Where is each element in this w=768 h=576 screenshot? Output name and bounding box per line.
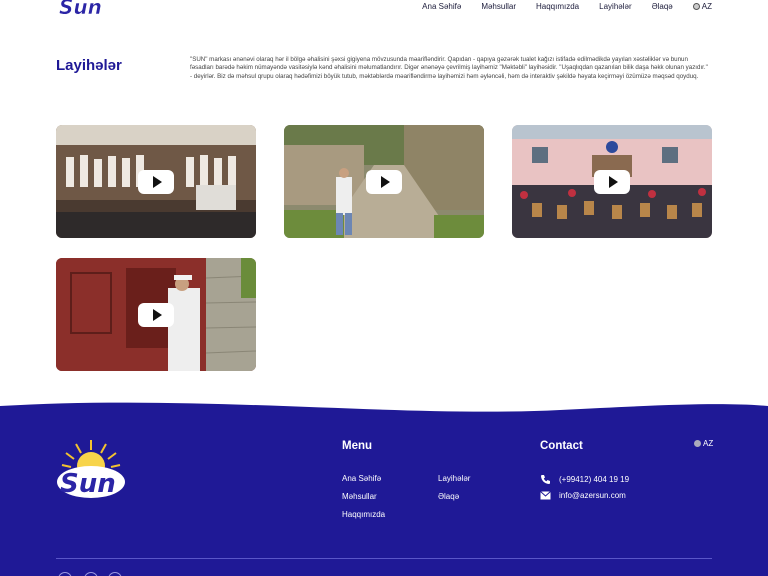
footer-language-switcher[interactable]: AZ [694,439,713,448]
project-video-4[interactable] [56,258,256,371]
footer-link-home[interactable]: Ana Səhifə [342,474,381,483]
footer-phone[interactable]: (+99412) 404 19 19 [540,474,629,485]
footer-contact-title: Contact [540,440,583,452]
footer-link-products[interactable]: Məhsullar [342,492,377,501]
svg-text:Sun: Sun [59,0,102,19]
project-video-1[interactable] [56,125,256,238]
language-switcher[interactable]: AZ [692,2,712,11]
nav-home[interactable]: Ana Səhifə [422,2,461,11]
language-label: AZ [701,2,712,11]
play-icon [608,175,618,188]
intro-text: "SUN" markası ənənəvi olaraq hər il bölg… [190,56,708,80]
play-icon [152,175,162,188]
play-button[interactable] [594,169,630,194]
svg-text:Sun: Sun [60,469,116,499]
footer-link-projects[interactable]: Layihələr [438,474,470,483]
footer-divider [56,558,712,559]
footer-menu-title: Menu [342,440,373,452]
sun-logo[interactable]: Sun [56,0,106,24]
globe-icon [692,3,700,10]
nav-products[interactable]: Məhsullar [481,2,516,11]
play-button[interactable] [138,169,174,194]
footer-language-label: AZ [703,439,714,448]
project-video-2[interactable] [284,125,484,238]
mail-icon [540,491,551,500]
phone-icon [541,475,550,484]
play-button[interactable] [366,169,402,194]
nav-projects[interactable]: Layihələr [599,2,631,11]
project-video-3[interactable] [512,125,712,238]
footer-email[interactable]: info@azersun.com [540,491,626,500]
footer-sun-logo[interactable]: Sun [56,438,126,500]
globe-icon [694,440,701,447]
email-address: info@azersun.com [559,491,626,500]
nav-about[interactable]: Haqqımızda [536,2,579,11]
page-title: Layihələr [56,57,122,74]
footer-link-contact[interactable]: Əlaqə [438,492,459,501]
footer-link-about[interactable]: Haqqımızda [342,510,385,519]
phone-number: (+99412) 404 19 19 [559,475,630,484]
play-icon [152,308,162,321]
nav-contact[interactable]: Əlaqə [652,2,673,11]
main-nav: Ana Səhifə Məhsullar Haqqımızda Layihələ… [402,2,712,11]
play-button[interactable] [138,302,174,327]
play-icon [380,175,390,188]
